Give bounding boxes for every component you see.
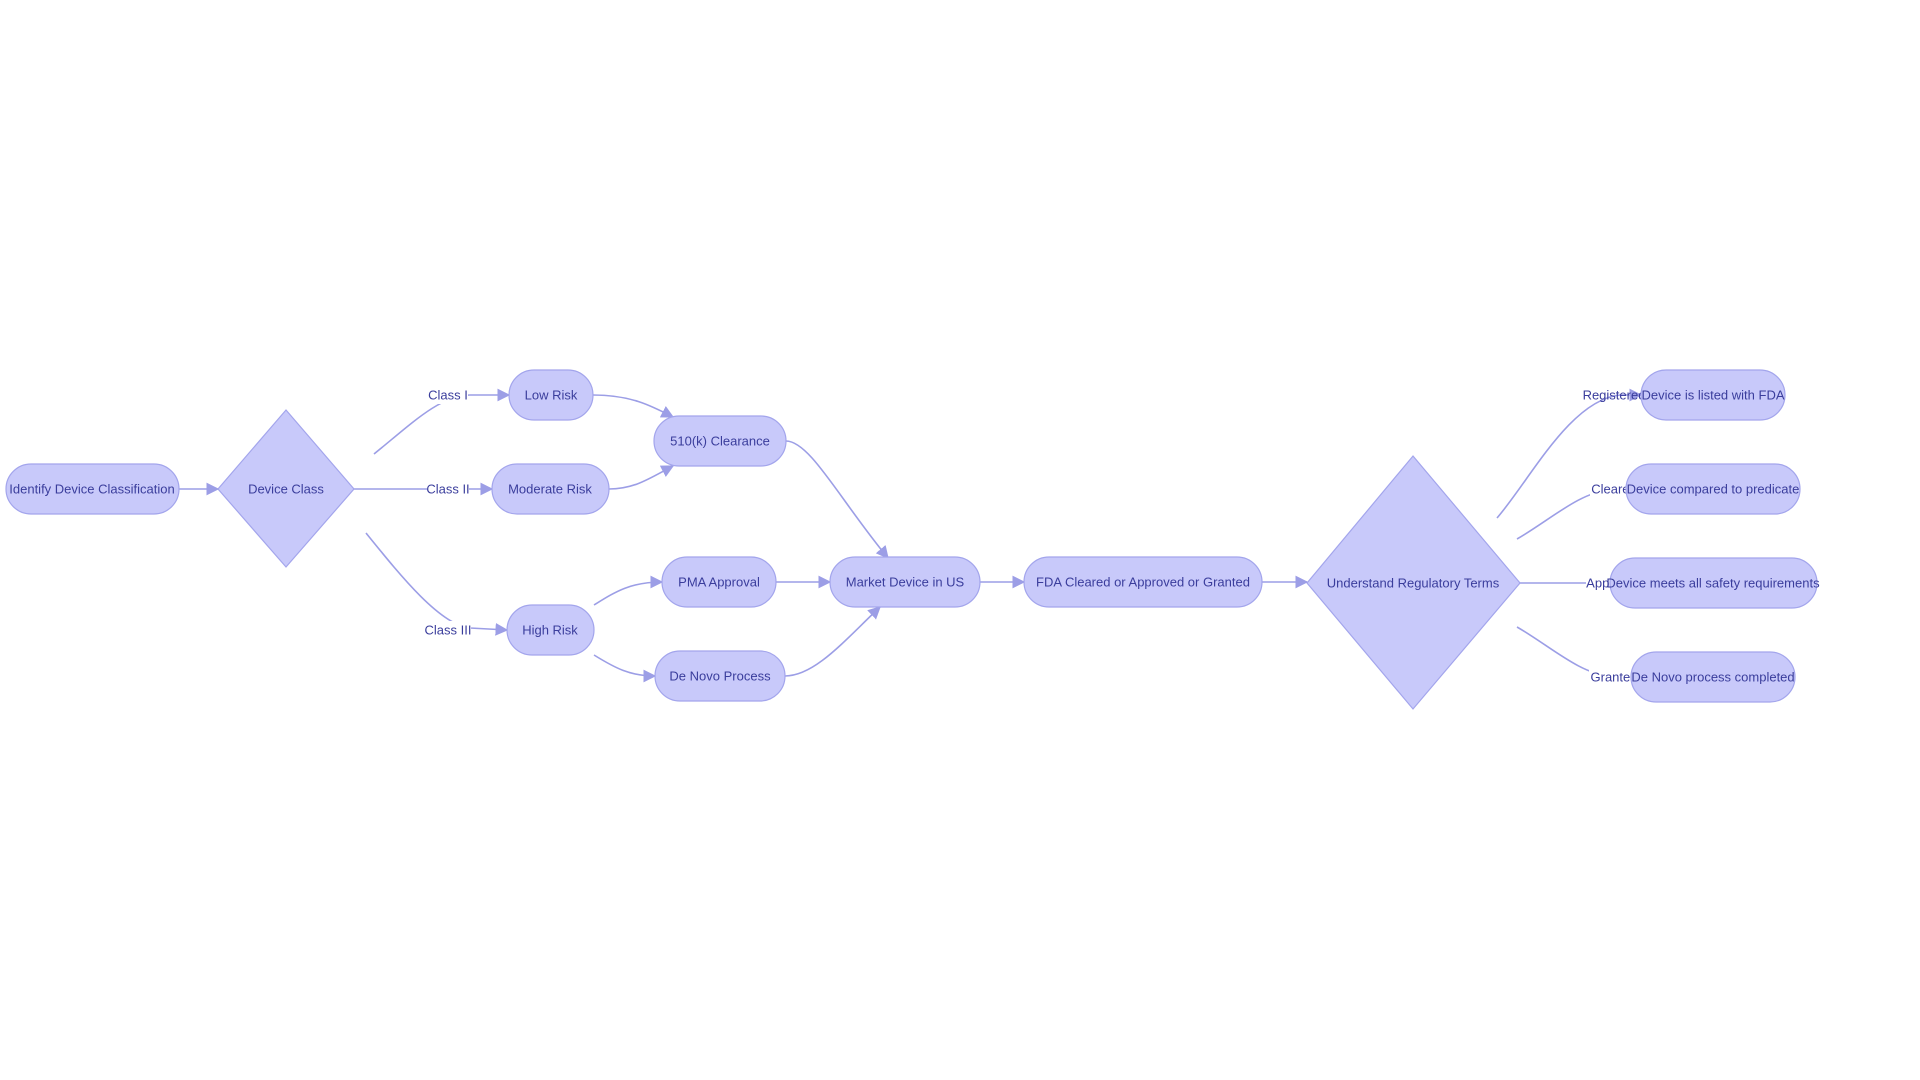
node-label: Understand Regulatory Terms xyxy=(1327,576,1500,591)
edge-moderate-510k xyxy=(608,465,675,490)
node-label: Moderate Risk xyxy=(508,482,592,497)
node-moderate-risk[interactable]: Moderate Risk xyxy=(491,463,610,515)
edge-registered xyxy=(1496,388,1643,519)
node-label: 510(k) Clearance xyxy=(670,434,770,449)
node-510k-clearance[interactable]: 510(k) Clearance xyxy=(653,415,787,467)
node-label: High Risk xyxy=(522,623,578,638)
node-low-risk[interactable]: Low Risk xyxy=(508,369,594,421)
node-label: Device meets all safety requirements xyxy=(1606,576,1820,591)
edge-510k-market xyxy=(785,440,889,559)
edge-label-class1: Class I xyxy=(428,388,468,403)
node-label: Identify Device Classification xyxy=(9,482,174,497)
node-de-novo-completed[interactable]: De Novo process completed xyxy=(1630,651,1796,703)
decision-device-class[interactable]: Device Class xyxy=(217,409,355,568)
node-de-novo-process[interactable]: De Novo Process xyxy=(654,650,786,702)
node-label: PMA Approval xyxy=(678,575,760,590)
edge-denovo-market xyxy=(784,606,881,677)
node-label: Device Class xyxy=(248,482,324,497)
decision-regulatory-terms[interactable]: Understand Regulatory Terms xyxy=(1306,455,1521,710)
node-label: Device is listed with FDA xyxy=(1641,388,1784,403)
node-meets-safety[interactable]: Device meets all safety requirements xyxy=(1606,557,1820,609)
node-label: Device compared to predicate xyxy=(1627,482,1800,497)
edge-label-class2: Class II xyxy=(426,482,469,497)
node-label: De Novo process completed xyxy=(1631,670,1794,685)
node-label: Market Device in US xyxy=(846,575,965,590)
edge-label-class3: Class III xyxy=(425,623,472,638)
edge-high-pma xyxy=(593,575,664,606)
node-label: FDA Cleared or Approved or Granted xyxy=(1036,575,1250,590)
node-identify[interactable]: Identify Device Classification xyxy=(5,463,180,515)
node-label: De Novo Process xyxy=(669,669,771,684)
flowchart: Class I Class II Class III Registered Cl… xyxy=(5,369,1820,710)
node-label: Low Risk xyxy=(525,388,578,403)
node-fda-cleared[interactable]: FDA Cleared or Approved or Granted xyxy=(1023,556,1263,608)
node-high-risk[interactable]: High Risk xyxy=(506,604,595,656)
node-pma-approval[interactable]: PMA Approval xyxy=(661,556,777,608)
edge-class3 xyxy=(365,532,509,636)
edge-label-registered: Registered xyxy=(1583,388,1646,403)
edge-low-510k xyxy=(592,394,675,418)
edge-high-denovo xyxy=(593,654,657,683)
node-compared-to-predicate[interactable]: Device compared to predicate xyxy=(1625,463,1801,515)
node-listed-with-fda[interactable]: Device is listed with FDA xyxy=(1640,369,1786,421)
node-market-device[interactable]: Market Device in US xyxy=(829,556,981,608)
